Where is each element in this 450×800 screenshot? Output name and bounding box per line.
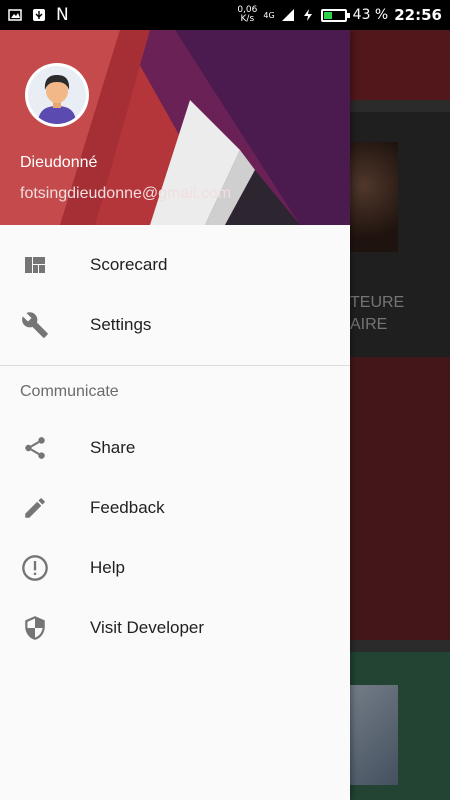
menu-item-help[interactable]: Help (0, 538, 350, 598)
menu-item-label: Share (90, 438, 136, 457)
menu-item-label: Scorecard (90, 255, 168, 274)
pencil-icon (20, 493, 50, 523)
wrench-icon (20, 310, 50, 340)
menu-item-scorecard[interactable]: Scorecard (0, 235, 350, 295)
avatar-image (28, 66, 86, 124)
user-name: Dieudonné (20, 154, 98, 171)
menu-item-label: Visit Developer (90, 618, 205, 637)
usb-icon (33, 9, 45, 21)
user-email: fotsingdieudonne@gmail.com (20, 185, 232, 202)
menu-item-settings[interactable]: Settings (0, 295, 350, 355)
menu-item-label: Help (90, 558, 125, 577)
menu-item-share[interactable]: Share (0, 418, 350, 478)
network-speed: 0,06 K/s (237, 6, 257, 24)
signal-icon (281, 9, 294, 21)
battery-icon (320, 8, 350, 22)
menu-item-label: Settings (90, 315, 152, 334)
share-icon (20, 433, 50, 463)
image-notification-icon (8, 9, 22, 21)
drawer-menu: Scorecard Settings Communicate Share Fee… (0, 235, 350, 658)
navigation-drawer: Dieudonné fotsingdieudonne@gmail.com Sco… (0, 30, 350, 800)
battery-percent: 43 % (352, 7, 389, 23)
shield-icon (20, 613, 50, 643)
dashboard-icon (20, 250, 50, 280)
menu-item-feedback[interactable]: Feedback (0, 478, 350, 538)
avatar[interactable] (25, 63, 89, 127)
menu-item-visit-developer[interactable]: Visit Developer (0, 598, 350, 658)
section-header-communicate: Communicate (20, 383, 119, 400)
clock: 22:56 (394, 6, 442, 24)
network-type: 4G (263, 10, 275, 20)
status-bar: N 0,06 K/s 4G 43 % 22:56 (0, 0, 450, 30)
drawer-header: Dieudonné fotsingdieudonne@gmail.com (0, 30, 350, 225)
charging-icon (303, 9, 312, 21)
battery-fill (323, 11, 333, 19)
notification-letter: N (56, 4, 69, 25)
person-icon (38, 75, 76, 124)
network-speed-unit: K/s (240, 14, 255, 24)
info-icon (20, 553, 50, 583)
menu-item-label: Feedback (90, 498, 165, 517)
